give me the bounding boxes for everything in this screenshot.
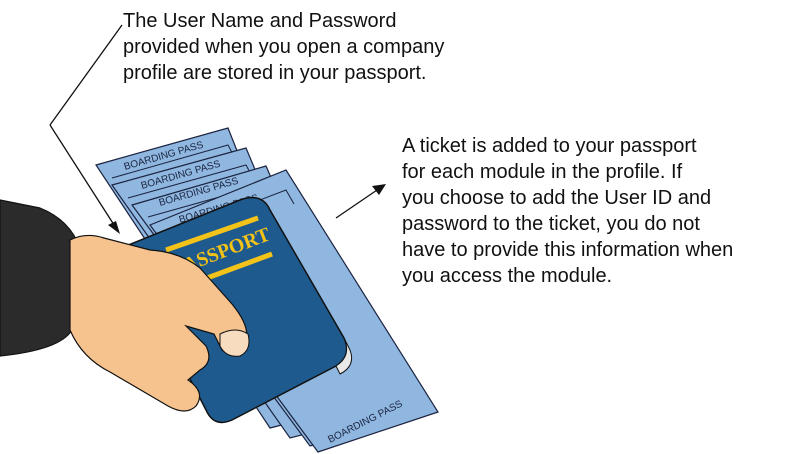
callout-passport-storage: The User Name and Password provided when…: [123, 8, 444, 86]
callout-top-line: The User Name and Password: [123, 10, 397, 32]
callout-top-line: profile are stored in your passport.: [123, 62, 427, 84]
callout-arrow-right: [335, 184, 386, 219]
callout-right-line: for each module in the profile. If: [402, 161, 683, 183]
callout-right-line: password to the ticket, you do not: [402, 213, 700, 235]
callout-right-line: have to provide this information when: [402, 239, 734, 261]
sleeve: [0, 199, 81, 357]
thumbnail: [219, 329, 250, 357]
passport-diagram: BOARDING PASS BOARDING PASS BOARDING PAS…: [0, 0, 802, 454]
callout-right-line: A ticket is added to your passport: [402, 135, 697, 157]
callout-ticket-info: A ticket is added to your passport for e…: [402, 133, 733, 289]
callout-arrow-top: [49, 24, 123, 234]
callout-right-line: you access the module.: [402, 265, 613, 287]
callout-right-line: you choose to add the User ID and: [402, 187, 712, 209]
callout-top-line: provided when you open a company: [123, 36, 445, 58]
